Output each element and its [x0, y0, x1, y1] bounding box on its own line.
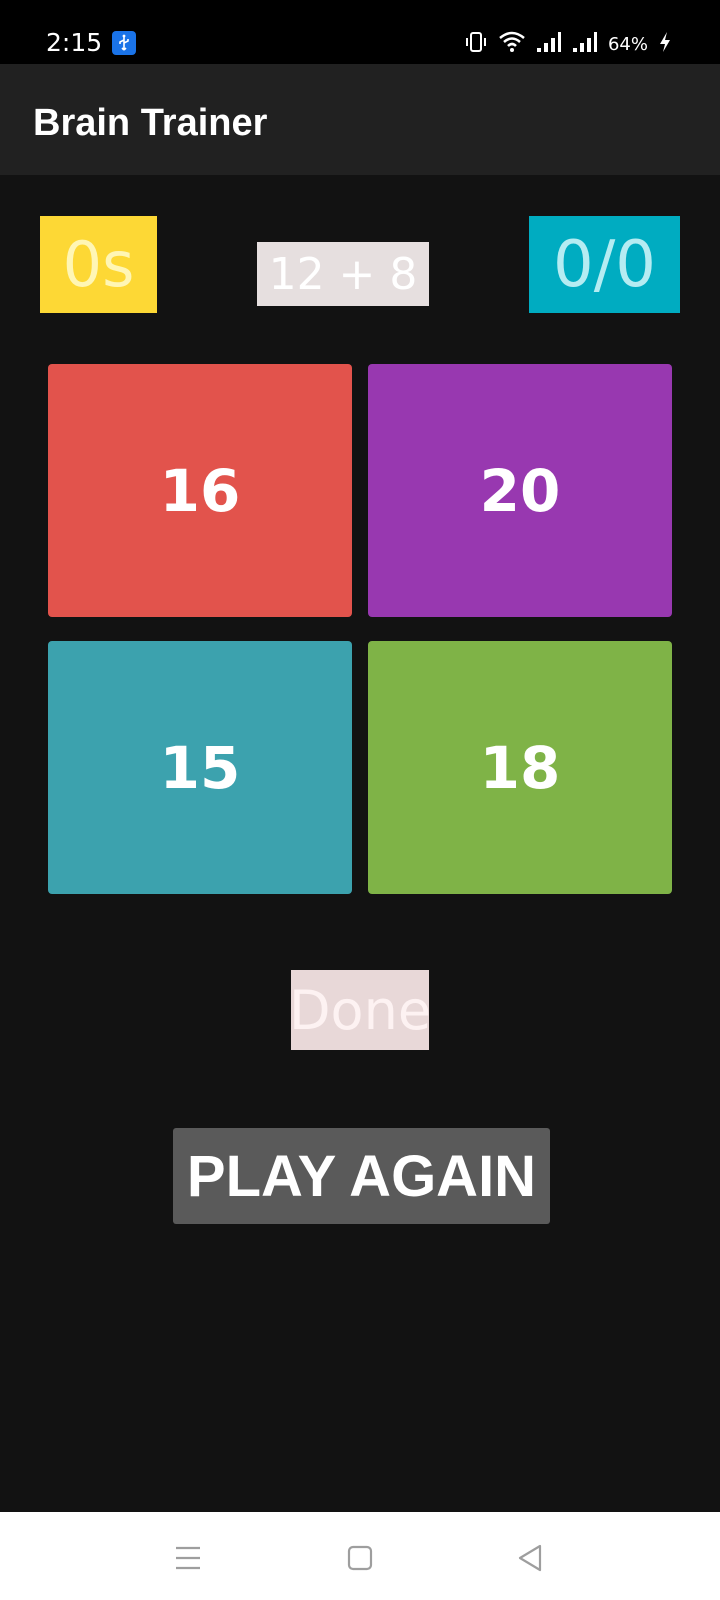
timer-display: 0s: [40, 216, 157, 313]
signal-icon: [536, 31, 562, 58]
answer-button-2[interactable]: 20: [368, 364, 672, 617]
app-title: Brain Trainer: [33, 102, 268, 144]
status-bar: 2:15 64%: [0, 0, 720, 64]
question-display: 12 + 8: [257, 242, 429, 306]
battery-level: 64%: [607, 33, 648, 55]
status-icons: 64%: [464, 30, 672, 58]
status-time: 2:15: [46, 28, 103, 57]
play-again-button[interactable]: PLAY AGAIN: [173, 1128, 550, 1224]
app-bar: Brain Trainer: [0, 64, 720, 175]
menu-icon[interactable]: [170, 1540, 206, 1576]
navigation-bar: [0, 1512, 720, 1600]
answer-button-3[interactable]: 15: [48, 641, 352, 894]
back-icon[interactable]: [512, 1540, 548, 1576]
home-icon[interactable]: [342, 1540, 378, 1576]
answer-button-1[interactable]: 16: [48, 364, 352, 617]
result-label: Done: [289, 970, 431, 1050]
answer-button-4[interactable]: 18: [368, 641, 672, 894]
wifi-icon: [498, 30, 526, 59]
vibrate-icon: [464, 30, 488, 59]
score-display: 0/0: [529, 216, 680, 313]
charging-icon: [658, 31, 672, 58]
usb-icon: [112, 31, 136, 55]
signal-icon: [572, 31, 598, 58]
app-screen: 2:15 64% Brain Trainer 0s 12 + 8 0/0 16 …: [0, 0, 720, 1600]
